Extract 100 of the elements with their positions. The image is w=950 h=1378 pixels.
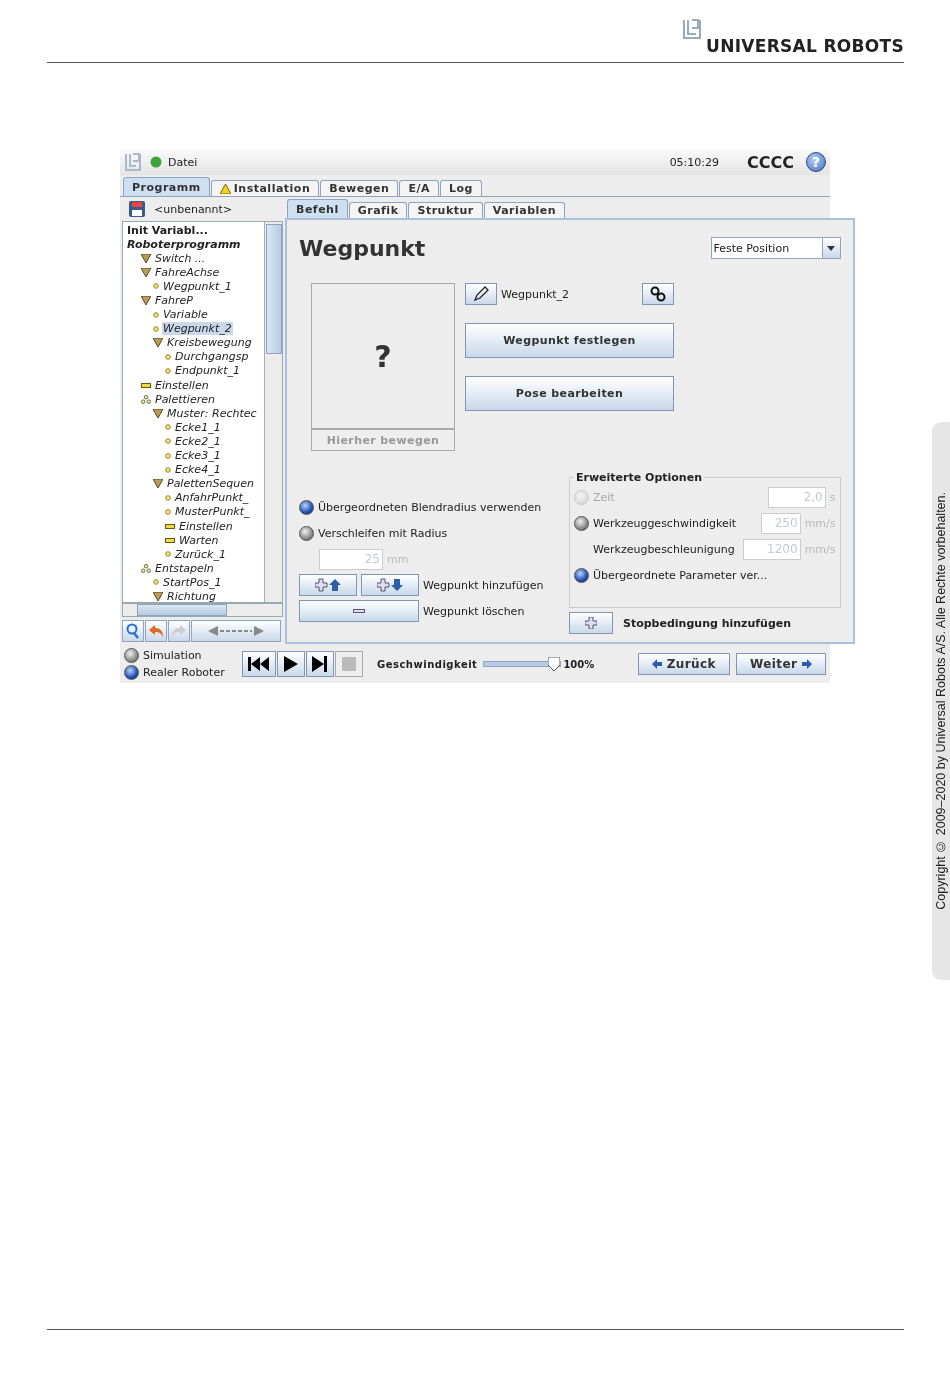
step-icon	[312, 656, 328, 672]
arrow-left-icon	[652, 659, 663, 669]
group-title: Erweiterte Optionen	[575, 471, 703, 484]
save-icon[interactable]	[128, 200, 146, 218]
radio-button[interactable]	[299, 525, 314, 541]
radio-button[interactable]	[574, 515, 589, 531]
main-tab[interactable]: Log	[439, 180, 482, 196]
pose-preview: ?	[311, 283, 455, 429]
plus-down-icon	[377, 578, 403, 592]
bar-icon	[141, 382, 151, 388]
waypoint-name: Wegpunkt_2	[501, 287, 570, 301]
point-icon	[165, 508, 171, 515]
point-icon	[153, 579, 159, 586]
mode-label: Realer Roboter	[143, 666, 225, 679]
link-button[interactable]	[642, 283, 674, 305]
tree-item[interactable]: PalettenSequen	[166, 477, 255, 491]
tree-item[interactable]: Einstellen	[178, 519, 234, 533]
menu-item[interactable]: Datei	[168, 155, 198, 169]
tree-item[interactable]: StartPos_1	[162, 575, 223, 589]
position-dropdown[interactable]: Feste Position	[710, 237, 841, 259]
link-icon	[649, 286, 667, 302]
tree-item[interactable]: Init Variabl...	[126, 223, 209, 237]
delete-waypoint-button[interactable]	[299, 600, 419, 622]
tree-item[interactable]: Wegpunkt_2	[162, 322, 233, 336]
main-tab[interactable]: E/A	[399, 180, 439, 196]
radio-label: Zeit	[593, 490, 615, 504]
tree-item[interactable]: Entstapeln	[154, 561, 215, 575]
tree-item[interactable]: Wegpunkt_1	[162, 279, 233, 293]
edit-pose-button[interactable]: Pose bearbeiten	[465, 376, 674, 411]
point-icon	[165, 551, 171, 558]
tree-item[interactable]: Durchgangsp	[174, 350, 250, 364]
tree-item[interactable]: Switch ...	[154, 251, 207, 265]
tree-item[interactable]: FahreP	[154, 294, 194, 307]
sub-tab[interactable]: Variablen	[483, 202, 566, 218]
point-icon	[165, 466, 171, 473]
stop-condition-label: Stopbedingung hinzufügen	[623, 616, 792, 630]
redo-button[interactable]	[168, 620, 190, 642]
redo-icon	[171, 624, 187, 638]
point-icon	[165, 452, 171, 459]
rewind-button[interactable]	[242, 651, 276, 677]
back-button[interactable]: Zurück	[638, 653, 730, 675]
tree-item[interactable]: Ecke4_1	[174, 463, 222, 477]
point-icon	[165, 353, 171, 360]
mode-radio[interactable]	[124, 665, 139, 680]
minus-icon	[353, 609, 365, 613]
tree-item[interactable]: FahreAchse	[154, 265, 221, 279]
tree-item[interactable]: Palettieren	[154, 392, 216, 406]
clock-time: 05:10:29	[669, 155, 720, 169]
add-stop-button[interactable]	[569, 612, 613, 634]
tree-item[interactable]: Ecke2_1	[174, 434, 222, 448]
sub-tab[interactable]: Grafik	[348, 202, 408, 218]
tree-item[interactable]: Richtung	[166, 590, 217, 602]
rename-button[interactable]	[465, 283, 497, 305]
tree-item[interactable]: Warten	[178, 533, 220, 547]
set-waypoint-button[interactable]: Wegpunkt festlegen	[465, 323, 674, 358]
tree-item[interactable]: MusterPunkt_	[174, 505, 251, 519]
tree-item[interactable]: Ecke3_1	[174, 449, 222, 463]
point-icon	[165, 438, 171, 445]
arrow-right-icon	[801, 659, 812, 669]
slider-thumb[interactable]	[548, 657, 561, 671]
play-button[interactable]	[277, 651, 305, 677]
sub-tab[interactable]: Befehl	[287, 199, 348, 218]
tree-item[interactable]: Kreisbewegung	[166, 336, 253, 350]
step-button[interactable]	[306, 651, 334, 677]
delete-waypoint-label: Wegpunkt löschen	[423, 604, 525, 618]
radio-label: Übergeordneten Blendradius verwenden	[318, 500, 542, 514]
undo-button[interactable]	[145, 620, 167, 642]
main-tab[interactable]: Bewegen	[320, 180, 399, 196]
main-tab[interactable]: Programm	[123, 177, 210, 196]
tree-item[interactable]: Muster: Rechtec	[166, 406, 258, 420]
tree-item[interactable]: Variable	[162, 308, 209, 322]
mode-radio[interactable]	[124, 648, 139, 663]
scrollbar[interactable]	[122, 603, 283, 617]
add-after-button[interactable]	[361, 574, 419, 596]
tree-item[interactable]: AnfahrPunkt_	[174, 491, 250, 505]
triangle-icon	[153, 479, 163, 489]
radio-label: Verschleifen mit Radius	[318, 526, 448, 540]
scrollbar[interactable]	[264, 222, 282, 602]
search-button[interactable]	[122, 620, 144, 642]
play-icon	[284, 656, 298, 672]
radio-button[interactable]	[574, 567, 589, 583]
caret-icon	[827, 245, 835, 251]
tree-item[interactable]: Ecke1_1	[174, 420, 222, 434]
brand-name: UNIVERSAL ROBOTS	[706, 36, 904, 56]
add-before-button[interactable]	[299, 574, 357, 596]
point-icon	[153, 325, 159, 332]
tree-item[interactable]: Roboterprogramm	[126, 237, 242, 251]
tree-item[interactable]: Endpunkt_1	[174, 364, 241, 378]
triangle-icon	[141, 296, 151, 305]
add-waypoint-label: Wegpunkt hinzufügen	[423, 578, 544, 592]
point-icon	[153, 311, 159, 318]
sub-tab[interactable]: Struktur	[408, 202, 483, 218]
main-tab[interactable]: Installation	[210, 180, 320, 196]
move-button[interactable]	[191, 620, 281, 642]
radio-label: Übergeordnete Parameter ver...	[593, 568, 768, 582]
radio-button[interactable]	[299, 499, 314, 515]
tree-item[interactable]: Zurück_1	[174, 547, 227, 561]
next-button[interactable]: Weiter	[736, 653, 826, 675]
logo-icon	[124, 152, 144, 172]
tree-item[interactable]: Einstellen	[154, 378, 210, 392]
